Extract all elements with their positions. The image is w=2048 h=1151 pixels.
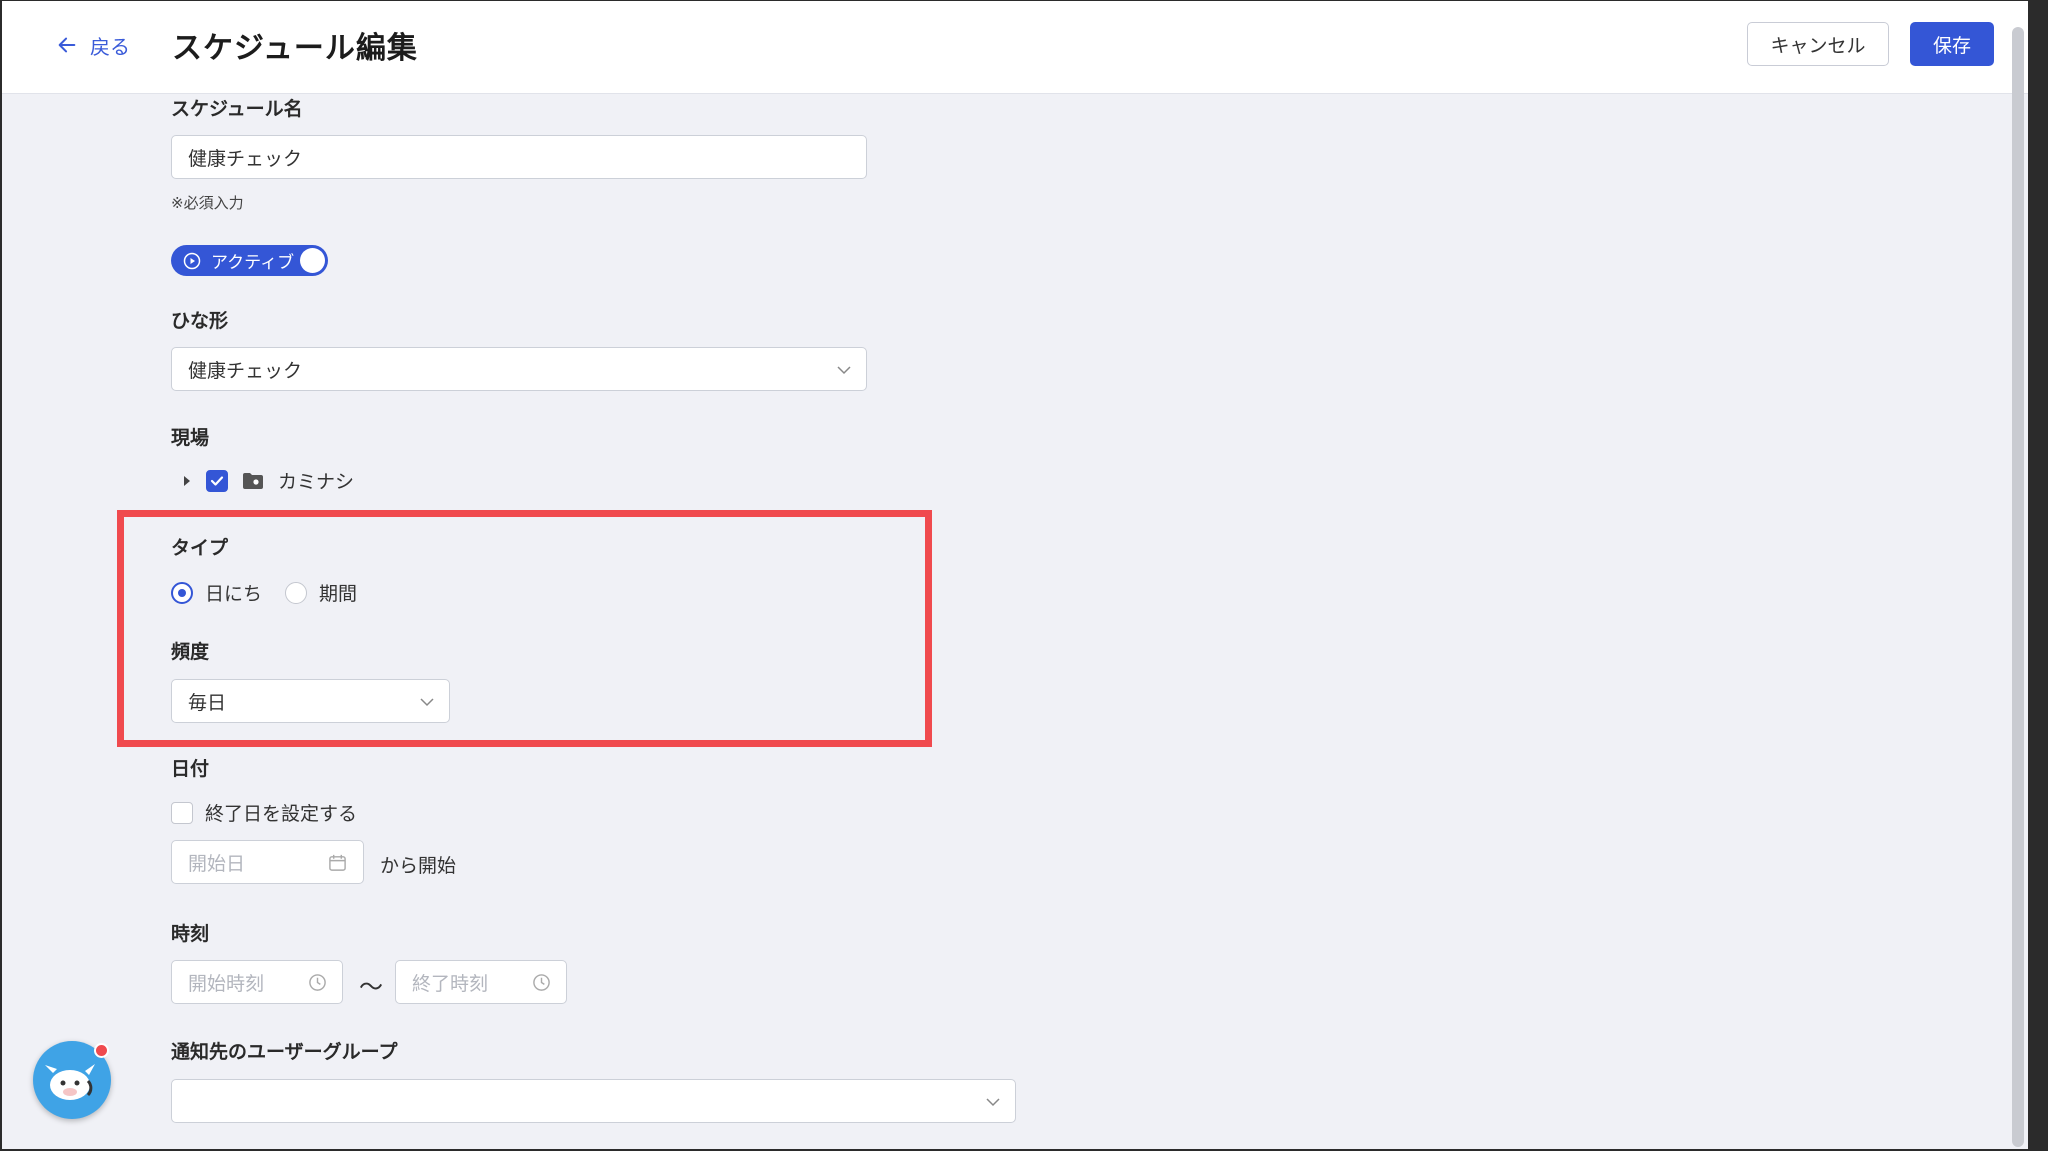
active-toggle-label: アクティブ [211, 253, 295, 273]
app-window: 戻る スケジュール編集 キャンセル 保存 スケジュール名 健康チェック ※必須入… [2, 1, 2028, 1149]
template-select[interactable]: 健康チェック [171, 347, 867, 391]
chevron-down-icon [837, 366, 851, 375]
clock-icon [533, 974, 550, 991]
page-title: スケジュール編集 [172, 31, 418, 66]
date-label: 日付 [171, 758, 210, 780]
schedule-name-value: 健康チェック [188, 147, 303, 170]
notify-group-select[interactable] [171, 1079, 1016, 1123]
template-label: ひな形 [171, 310, 229, 332]
toggle-knob [300, 248, 325, 273]
start-date-placeholder: 開始日 [188, 852, 246, 875]
time-separator: 〜 [359, 973, 383, 1001]
site-label: 現場 [171, 427, 210, 449]
start-suffix: から開始 [380, 855, 457, 877]
highlight-box [117, 510, 932, 747]
site-name: カミナシ [278, 471, 355, 493]
schedule-name-input[interactable]: 健康チェック [171, 135, 867, 179]
chevron-down-icon [986, 1098, 1000, 1107]
active-toggle[interactable]: アクティブ [171, 245, 328, 276]
folder-icon [243, 472, 263, 489]
play-circle-icon [183, 252, 201, 269]
start-date-input[interactable]: 開始日 [171, 840, 364, 884]
required-hint: ※必須入力 [171, 194, 244, 212]
start-time-input[interactable]: 開始時刻 [171, 960, 343, 1004]
schedule-name-label: スケジュール名 [171, 98, 303, 120]
time-label: 時刻 [171, 923, 210, 945]
page-header: 戻る スケジュール編集 キャンセル 保存 [2, 1, 2028, 94]
save-button[interactable]: 保存 [1910, 22, 1994, 66]
clock-icon [309, 974, 326, 991]
end-time-placeholder: 終了時刻 [412, 972, 489, 995]
cancel-button[interactable]: キャンセル [1747, 22, 1889, 66]
set-end-date-checkbox[interactable] [171, 801, 193, 824]
back-label: 戻る [90, 34, 130, 59]
calendar-icon [329, 854, 346, 871]
site-checkbox[interactable] [206, 469, 228, 492]
start-time-placeholder: 開始時刻 [188, 972, 265, 995]
notification-dot [94, 1043, 109, 1058]
set-end-date-label: 終了日を設定する [205, 803, 358, 825]
set-end-date-option[interactable]: 終了日を設定する [171, 799, 357, 826]
arrow-left-icon [58, 37, 76, 53]
end-time-input[interactable]: 終了時刻 [395, 960, 567, 1004]
scrollbar[interactable] [2012, 27, 2024, 1147]
chat-assistant-button[interactable] [33, 1041, 111, 1119]
check-icon [210, 475, 224, 486]
back-link[interactable]: 戻る [56, 29, 130, 61]
template-value: 健康チェック [188, 359, 303, 382]
caret-right-icon[interactable] [182, 475, 192, 487]
notify-group-label: 通知先のユーザーグループ [171, 1041, 398, 1063]
site-tree-item: カミナシ [182, 467, 354, 494]
